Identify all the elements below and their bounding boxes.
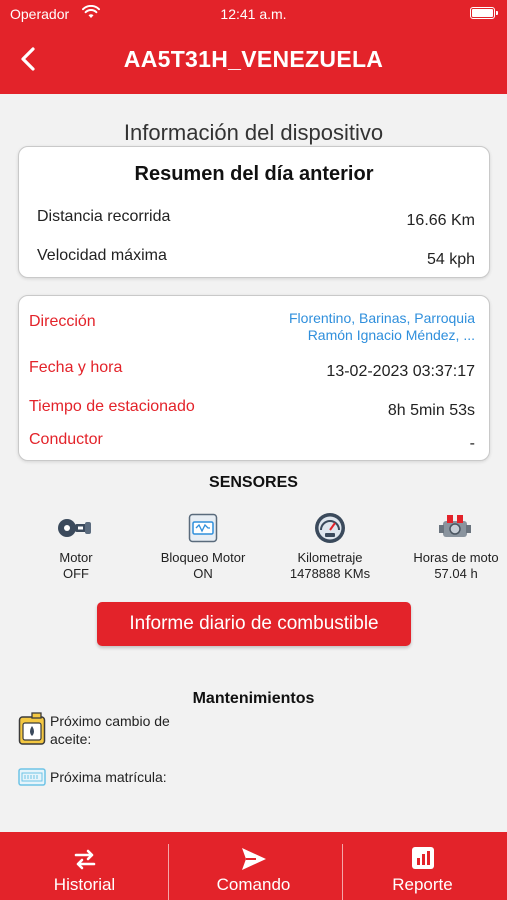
- section-title: Información del dispositivo: [123, 120, 384, 145]
- tab-reporte[interactable]: Reporte: [338, 832, 507, 900]
- tab-historial[interactable]: Historial: [0, 832, 169, 900]
- distance-value: 16.66 Km: [406, 212, 475, 229]
- engine-key-icon: [16, 510, 136, 546]
- license-plate-icon: [18, 768, 46, 790]
- maintenance-title: Mantenimientos: [192, 690, 315, 707]
- registration-label: Próxima matrícula:: [50, 769, 167, 785]
- parked-time-label: Tiempo de estacionado: [29, 398, 195, 415]
- sensor-engine-hours-label: Horas de moto: [413, 550, 499, 565]
- address-line-2: Ramón Ignacio Méndez, ...: [307, 327, 475, 343]
- sensor-odometer-value: 1478888 KMs: [289, 566, 371, 581]
- sensor-engine-hours: Horas de moto 57.04 h: [396, 510, 507, 582]
- sensor-motor: Motor OFF: [16, 510, 136, 582]
- sensor-odometer: Kilometraje 1478888 KMs: [270, 510, 390, 582]
- sensor-motor-label: Motor: [59, 550, 93, 565]
- tab-comando-label: Comando: [216, 875, 291, 894]
- driver-label: Conductor: [29, 431, 103, 448]
- tab-comando[interactable]: Comando: [169, 832, 338, 900]
- engine-hours-icon: [396, 510, 507, 546]
- registration-row: Próxima matrícula:: [18, 768, 218, 788]
- status-bar: Operador 12:41 a.m.: [0, 0, 507, 28]
- datetime-value: 13-02-2023 03:37:17: [326, 363, 475, 380]
- oil-change-row: Próximo cambio de aceite:: [18, 712, 218, 752]
- history-arrows-icon: [0, 846, 169, 872]
- tab-reporte-label: Reporte: [392, 875, 453, 894]
- bottom-tab-bar: Historial Comando Reporte: [0, 832, 507, 900]
- tab-historial-label: Historial: [53, 875, 116, 894]
- sensor-engine-hours-value: 57.04 h: [434, 566, 478, 581]
- page-title: AA5T31H_VENEZUELA: [123, 46, 384, 72]
- send-icon: [169, 846, 338, 872]
- max-speed-value: 54 kph: [426, 251, 475, 268]
- distance-label: Distancia recorrida: [37, 208, 171, 225]
- datetime-label: Fecha y hora: [29, 359, 123, 376]
- summary-title: Resumen del día anterior: [134, 163, 374, 185]
- battery-icon: [470, 7, 498, 19]
- app-header: Operador 12:41 a.m. AA5T31H_VENEZUELA: [0, 0, 507, 94]
- sensor-odometer-label: Kilometraje: [297, 550, 363, 565]
- address-label: Dirección: [29, 313, 96, 330]
- sensor-engine-lock: Bloqueo Motor ON: [143, 510, 263, 582]
- max-speed-label: Velocidad máxima: [37, 247, 167, 264]
- oil-can-icon: [18, 712, 46, 750]
- parked-time-value: 8h 5min 53s: [387, 402, 475, 419]
- summary-card: Resumen del día anterior Distancia recor…: [18, 146, 490, 278]
- driver-value: -: [469, 435, 475, 452]
- address-link[interactable]: Florentino, Barinas, Parroquia Ramón Ign…: [289, 310, 475, 344]
- address-line-1: Florentino, Barinas, Parroquia: [289, 310, 475, 326]
- odometer-icon: [270, 510, 390, 546]
- sensor-engine-lock-value: ON: [193, 566, 213, 581]
- details-card: Dirección Florentino, Barinas, Parroquia…: [18, 295, 490, 461]
- fuel-report-button[interactable]: Informe diario de combustible: [97, 602, 411, 646]
- report-chart-icon: [338, 846, 507, 872]
- sensor-engine-lock-label: Bloqueo Motor: [160, 550, 246, 565]
- oil-change-label: Próximo cambio de aceite:: [50, 713, 170, 747]
- engine-lock-icon: [143, 510, 263, 546]
- status-time: 12:41 a.m.: [220, 6, 287, 22]
- sensor-motor-value: OFF: [63, 566, 89, 581]
- sensors-title: SENSORES: [209, 474, 298, 491]
